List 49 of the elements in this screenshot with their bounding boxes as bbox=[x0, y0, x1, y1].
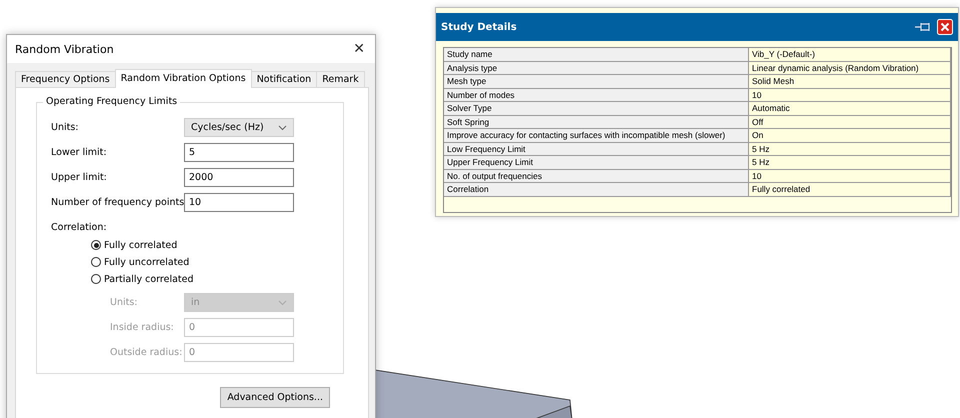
table-cell: No. of output frequencies bbox=[444, 170, 749, 183]
pin-icon[interactable] bbox=[915, 22, 931, 32]
panel-title: Study Details bbox=[441, 22, 517, 32]
field-label: Lower limit: bbox=[51, 147, 108, 158]
input-field[interactable]: 2000 bbox=[184, 168, 294, 187]
table-cell: On bbox=[749, 129, 951, 142]
table-cell: 5 Hz bbox=[749, 156, 951, 170]
field-label: Correlation: bbox=[51, 222, 107, 233]
table-cell: Number of modes bbox=[444, 88, 749, 102]
table-cell: Automatic bbox=[749, 102, 951, 116]
field-label: Units: bbox=[109, 297, 138, 308]
field-label: Number of frequency points bbox=[51, 197, 184, 208]
field-label: Outside radius: bbox=[109, 347, 184, 358]
input-field[interactable]: 5 bbox=[184, 143, 294, 162]
close-button[interactable]: ✕ bbox=[351, 41, 367, 57]
table-cell: Upper Frequency Limit bbox=[444, 156, 749, 170]
table-cell: Low Frequency Limit bbox=[444, 142, 749, 156]
advanced-options-button[interactable]: Advanced Options... bbox=[220, 387, 330, 408]
group-title: Operating Frequency Limits bbox=[43, 96, 180, 107]
radio-option[interactable]: Partially correlated bbox=[91, 272, 194, 286]
table-cell: Vib_Y (-Default-) bbox=[749, 48, 951, 62]
field-label: Upper limit: bbox=[51, 172, 108, 183]
table-cell: Analysis type bbox=[444, 62, 749, 75]
table-cell: Solid Mesh bbox=[749, 75, 951, 88]
tab[interactable]: Remark bbox=[316, 71, 365, 88]
tab[interactable]: Frequency Options bbox=[15, 71, 116, 88]
table-cell: Off bbox=[749, 116, 951, 129]
field-label: Inside radius: bbox=[109, 322, 175, 333]
table-cell: 5 Hz bbox=[749, 142, 951, 156]
table-cell: Soft Spring bbox=[444, 116, 749, 129]
chevron-down-icon bbox=[278, 300, 287, 306]
units-dropdown[interactable]: Cycles/sec (Hz) bbox=[184, 118, 294, 137]
input-field[interactable]: 10 bbox=[184, 193, 294, 212]
field-label: Units: bbox=[51, 122, 80, 133]
table-cell: Improve accuracy for contacting surfaces with incompatible mesh (slower) bbox=[444, 129, 749, 142]
table-cell: Fully correlated bbox=[749, 183, 951, 196]
close-icon[interactable] bbox=[937, 19, 953, 35]
table-cell: Mesh type bbox=[444, 75, 749, 88]
table-cell: Linear dynamic analysis (Random Vibration) bbox=[749, 62, 951, 75]
radio-option[interactable]: Fully uncorrelated bbox=[91, 255, 190, 269]
radio-option[interactable]: Fully correlated bbox=[91, 238, 178, 252]
table-cell: 10 bbox=[749, 170, 951, 183]
tab[interactable]: Random Vibration Options bbox=[114, 69, 252, 88]
dialog-title: Random Vibration bbox=[15, 42, 114, 56]
table-cell: Correlation bbox=[444, 183, 749, 196]
chevron-down-icon bbox=[278, 124, 287, 130]
table-cell: 10 bbox=[749, 88, 951, 102]
table-cell: Study name bbox=[444, 48, 749, 62]
table-cell: Solver Type bbox=[444, 102, 749, 116]
